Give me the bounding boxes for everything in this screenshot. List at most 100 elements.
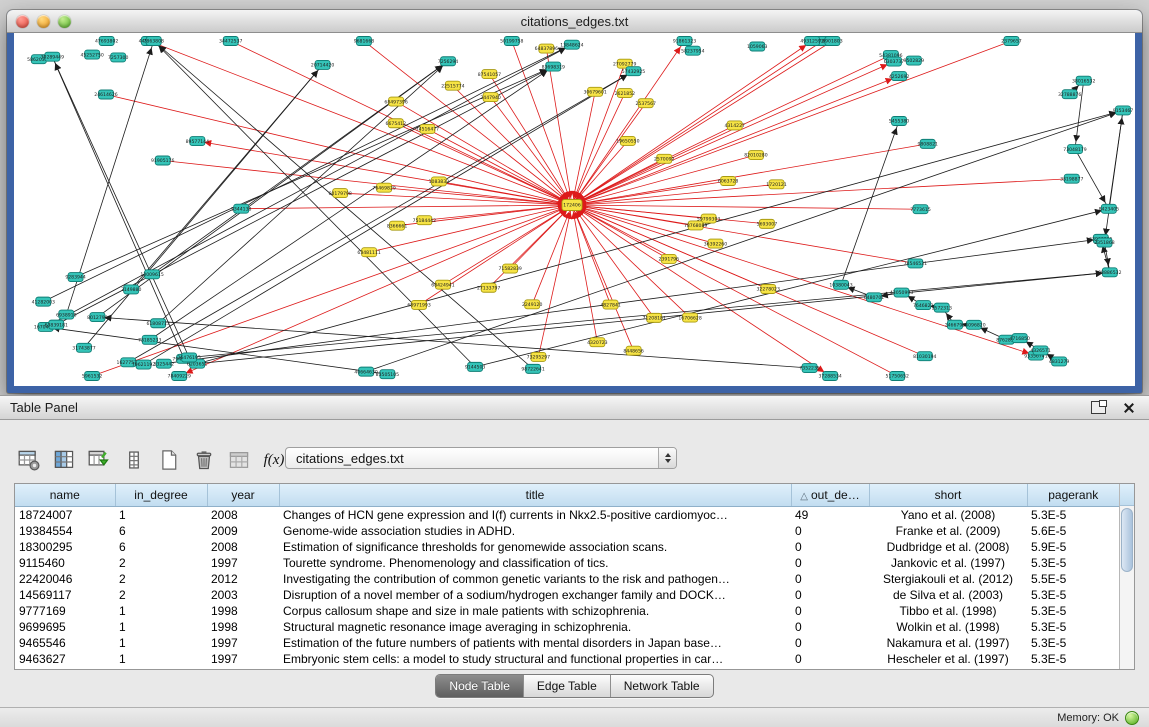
cell-year[interactable]: 1997: [207, 635, 279, 651]
graph-node[interactable]: 71208181: [643, 313, 666, 322]
cell-in_degree[interactable]: 6: [115, 539, 207, 555]
graph-node[interactable]: 75184442: [413, 216, 436, 225]
graph-node[interactable]: 5344138: [231, 204, 252, 213]
cell-out_degree[interactable]: 0: [791, 619, 869, 635]
cell-title[interactable]: Disruption of a novel member of a sodium…: [279, 587, 791, 603]
cell-year[interactable]: 1998: [207, 619, 279, 635]
cell-short[interactable]: Tibbo et al. (1998): [869, 603, 1027, 619]
cell-pagerank[interactable]: 5.9E-5: [1027, 539, 1119, 555]
select-columns-button[interactable]: [51, 447, 77, 473]
graph-node[interactable]: 2447940: [480, 93, 501, 102]
graph-node[interactable]: 5325442: [154, 359, 175, 368]
cell-pagerank[interactable]: 5.3E-5: [1027, 635, 1119, 651]
table-row[interactable]: 946362711997Embryonic stem cells: a mode…: [15, 651, 1119, 667]
column-header-title[interactable]: title: [279, 484, 791, 507]
graph-node[interactable]: 8423405: [1099, 204, 1120, 213]
graph-node[interactable]: 10380043: [829, 280, 852, 289]
import-table-button[interactable]: [226, 447, 252, 473]
graph-node[interactable]: 64837896: [535, 44, 558, 53]
graph-node[interactable]: 27133797: [477, 283, 500, 292]
graph-node[interactable]: 8366661: [387, 221, 408, 230]
graph-node[interactable]: 2621852: [615, 89, 636, 98]
graph-node[interactable]: 45252750: [80, 50, 103, 59]
graph-node[interactable]: 76469829: [372, 183, 395, 192]
tab-node-table[interactable]: Node Table: [436, 675, 524, 697]
table-vertical-scrollbar[interactable]: [1119, 484, 1134, 669]
graph-node[interactable]: 73295297: [527, 352, 550, 361]
function-builder-button[interactable]: f(x): [261, 447, 287, 473]
cell-title[interactable]: Changes of HCN gene expression and I(f) …: [279, 507, 791, 524]
graph-node[interactable]: 71582839: [498, 264, 521, 273]
cell-out_degree[interactable]: 0: [791, 539, 869, 555]
graph-node[interactable]: 24614626: [94, 90, 117, 99]
cell-year[interactable]: 1997: [207, 651, 279, 667]
graph-node[interactable]: 3901803: [822, 37, 843, 46]
cell-short[interactable]: Stergiakouli et al. (2012): [869, 571, 1027, 587]
graph-node[interactable]: 88886532: [1098, 268, 1121, 277]
graph-node[interactable]: 4320723: [587, 338, 608, 347]
column-header-short[interactable]: short: [869, 484, 1027, 507]
scrollbar-thumb[interactable]: [1121, 508, 1133, 572]
table-row[interactable]: 2242004622012Investigating the contribut…: [15, 571, 1119, 587]
cell-title[interactable]: Estimation of significance thresholds fo…: [279, 539, 791, 555]
cell-short[interactable]: Franke et al. (2009): [869, 523, 1027, 539]
graph-node[interactable]: 6480701: [864, 293, 885, 302]
graph-node[interactable]: 30289449: [41, 52, 64, 61]
graph-node[interactable]: 38016532: [1072, 76, 1095, 85]
cell-year[interactable]: 2003: [207, 587, 279, 603]
cell-short[interactable]: Nakamura et al. (1997): [869, 635, 1027, 651]
cell-out_degree[interactable]: 0: [791, 603, 869, 619]
graph-node[interactable]: 1083833: [429, 177, 450, 186]
cell-name[interactable]: 22420046: [15, 571, 115, 587]
table-settings-button[interactable]: [16, 447, 42, 473]
graph-node[interactable]: 2249120: [522, 300, 543, 309]
graph-edge[interactable]: [366, 110, 1123, 371]
cell-pagerank[interactable]: 5.3E-5: [1027, 603, 1119, 619]
cell-short[interactable]: Hescheler et al. (1997): [869, 651, 1027, 667]
graph-node[interactable]: 4716850: [1009, 334, 1030, 343]
graph-edge[interactable]: [572, 205, 915, 263]
graph-node[interactable]: 47693802: [95, 37, 118, 46]
graph-node[interactable]: 9808821: [917, 139, 938, 148]
graph-node[interactable]: 6303737: [884, 57, 905, 66]
graph-edge[interactable]: [164, 239, 1101, 364]
table-selector-dropdown[interactable]: citations_edges.txt: [285, 447, 677, 469]
cell-title[interactable]: Investigating the contribution of common…: [279, 571, 791, 587]
cell-short[interactable]: Jankovic et al. (1997): [869, 555, 1027, 571]
table-row[interactable]: 977716911998Corpus callosum shape and si…: [15, 603, 1119, 619]
graph-node[interactable]: 2391796: [659, 254, 680, 263]
graph-node[interactable]: 7352235: [799, 364, 820, 373]
graph-node[interactable]: 2379657: [1001, 37, 1022, 46]
cell-pagerank[interactable]: 5.3E-5: [1027, 555, 1119, 571]
cell-pagerank[interactable]: 5.3E-5: [1027, 651, 1119, 667]
table-row[interactable]: 1938455462009Genome-wide association stu…: [15, 523, 1119, 539]
graph-node[interactable]: 8012790: [87, 313, 108, 322]
graph-edge[interactable]: [572, 125, 735, 205]
graph-node[interactable]: 22515774: [441, 81, 464, 90]
graph-node[interactable]: 83505105: [376, 370, 399, 379]
graph-node[interactable]: 73185233: [138, 335, 161, 344]
graph-edge[interactable]: [572, 205, 897, 376]
graph-edge[interactable]: [510, 205, 572, 269]
cell-pagerank[interactable]: 5.6E-5: [1027, 523, 1119, 539]
cell-year[interactable]: 2012: [207, 571, 279, 587]
column-header-name[interactable]: name: [15, 484, 115, 507]
table-row[interactable]: 1872400712008Changes of HCN gene express…: [15, 507, 1119, 524]
cell-short[interactable]: Dudbridge et al. (2008): [869, 539, 1027, 555]
table-row[interactable]: 911546021997Tourette syndrome. Phenomeno…: [15, 555, 1119, 571]
cell-name[interactable]: 19384554: [15, 523, 115, 539]
cell-name[interactable]: 9465546: [15, 635, 115, 651]
graph-edge[interactable]: [572, 205, 830, 376]
network-canvas[interactable]: 1724065693007597993037876808936392260322…: [14, 33, 1135, 386]
cell-short[interactable]: Yano et al. (2008): [869, 507, 1027, 524]
graph-node[interactable]: 4252692: [889, 72, 910, 81]
cell-in_degree[interactable]: 1: [115, 507, 207, 524]
graph-node[interactable]: 87541057: [478, 70, 501, 79]
graph-edge[interactable]: [572, 205, 1036, 356]
graph-node[interactable]: 60179798: [328, 189, 351, 198]
graph-node[interactable]: 91861323: [673, 37, 696, 46]
cell-name[interactable]: 14569117: [15, 587, 115, 603]
graph-edge[interactable]: [163, 161, 572, 205]
graph-edge[interactable]: [179, 205, 572, 376]
graph-edge[interactable]: [154, 41, 533, 369]
